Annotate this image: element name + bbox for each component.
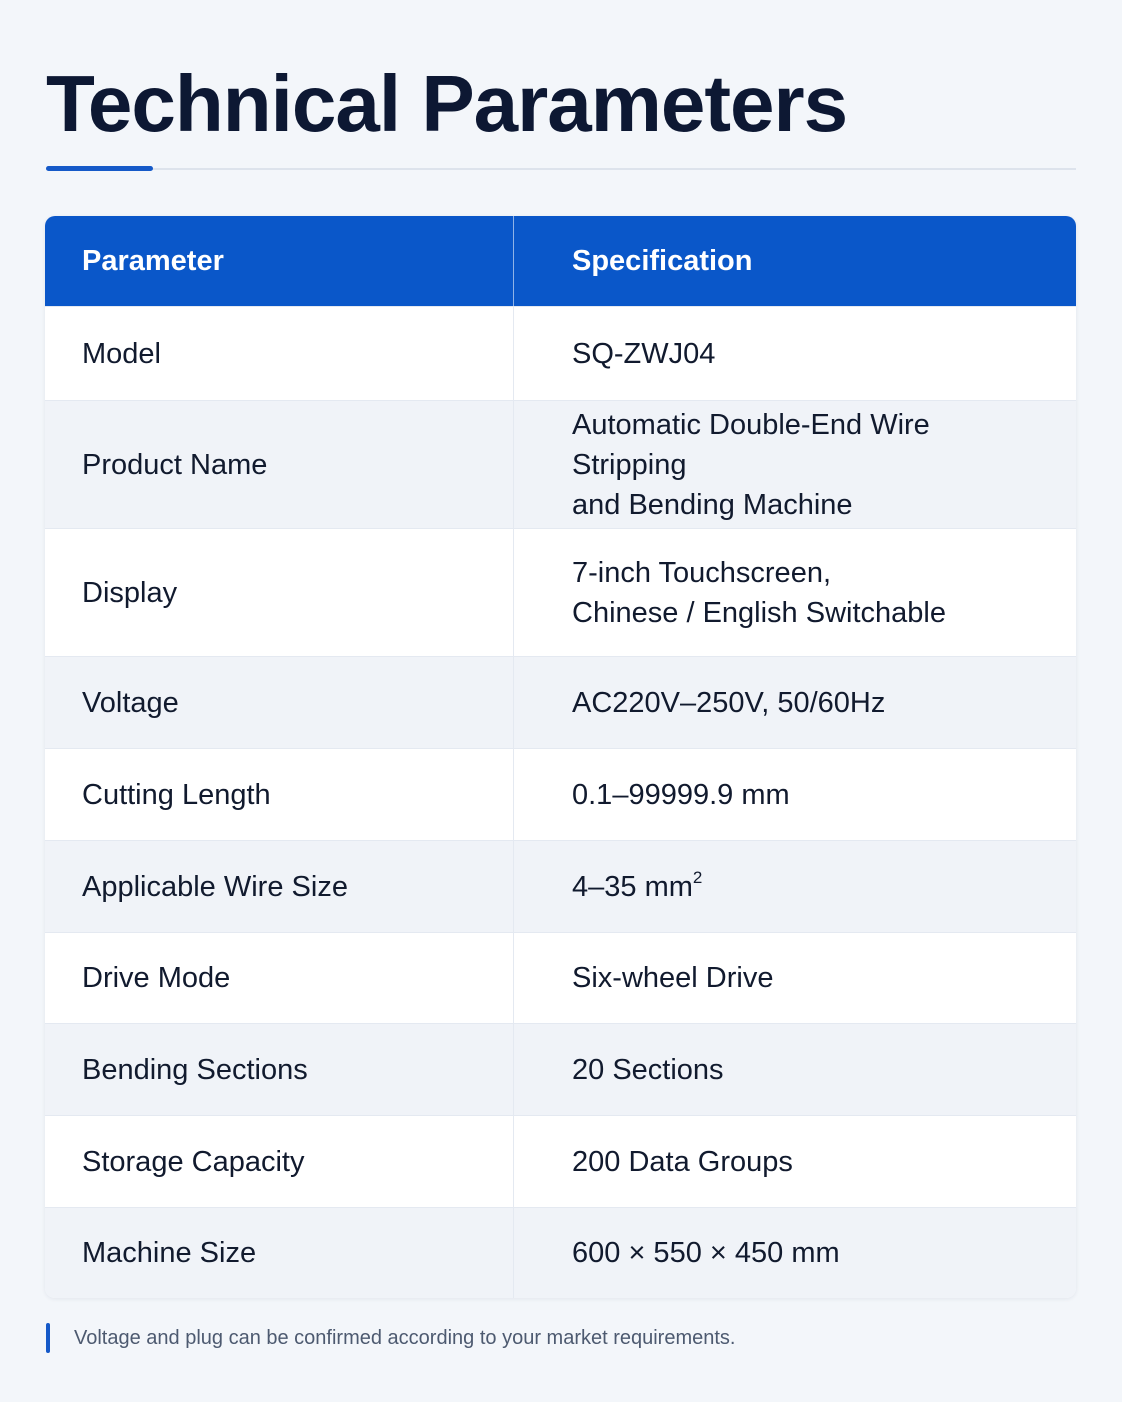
parameter-cell: Drive Mode bbox=[45, 933, 514, 1023]
parameter-cell: Machine Size bbox=[45, 1208, 514, 1298]
parameter-cell: Bending Sections bbox=[45, 1024, 514, 1115]
specification-line-text: 200 Data Groups bbox=[572, 1145, 793, 1178]
specification-line: 7-inch Touchscreen, bbox=[572, 553, 946, 593]
footnote: Voltage and plug can be confirmed accord… bbox=[46, 1322, 735, 1354]
footnote-accent-bar bbox=[46, 1323, 50, 1353]
specification-line-text: 20 Sections bbox=[572, 1053, 724, 1086]
table-header-row: Parameter Specification bbox=[45, 216, 1076, 306]
title-divider bbox=[46, 168, 1076, 170]
specification-text: 7-inch Touchscreen, Chinese / English Swi… bbox=[572, 553, 946, 633]
table-row: Machine Size 600 × 550 × 450 mm bbox=[45, 1207, 1076, 1298]
specification-cell: 600 × 550 × 450 mm bbox=[514, 1208, 1076, 1298]
specification-line-text: and Bending Machine bbox=[572, 488, 853, 521]
header-specification: Specification bbox=[572, 245, 753, 277]
parameters-table: Parameter Specification Model SQ-ZWJ04 Pro… bbox=[45, 216, 1076, 1298]
specification-line-text: 7-inch Touchscreen, bbox=[572, 556, 832, 589]
specification-line: 200 Data Groups bbox=[572, 1142, 793, 1182]
specification-text: SQ-ZWJ04 bbox=[572, 334, 715, 374]
table-row: Drive Mode Six-wheel Drive bbox=[45, 932, 1076, 1023]
specification-line: Chinese / English Switchable bbox=[572, 593, 946, 633]
specification-line-text: Six-wheel Drive bbox=[572, 962, 774, 994]
table-row: Applicable Wire Size 4–35 mm2 bbox=[45, 840, 1076, 932]
specification-text: 600 × 550 × 450 mm bbox=[572, 1233, 840, 1273]
specification-line: 0.1–99999.9 mm bbox=[572, 775, 790, 815]
footnote-text: Voltage and plug can be confirmed accord… bbox=[74, 1326, 736, 1349]
specification-cell: Six-wheel Drive bbox=[514, 933, 1076, 1023]
specification-line: 20 Sections bbox=[572, 1050, 724, 1090]
table-body: Model SQ-ZWJ04 Product Name Automatic Doubl… bbox=[45, 306, 1076, 1298]
specification-text: 200 Data Groups bbox=[572, 1142, 793, 1182]
specification-line-text: SQ-ZWJ04 bbox=[572, 337, 716, 370]
parameter-cell: Storage Capacity bbox=[45, 1116, 514, 1207]
parameter-cell: Model bbox=[45, 307, 514, 400]
specification-cell: 200 Data Groups bbox=[514, 1116, 1076, 1207]
page-title: Technical Parameters bbox=[46, 59, 848, 148]
specification-line-text: Automatic Double-End Wire Stripping bbox=[572, 408, 930, 481]
specification-line-text: Chinese / English Switchable bbox=[572, 596, 946, 629]
specification-cell: 0.1–99999.9 mm bbox=[514, 749, 1076, 840]
specification-line: Automatic Double-End Wire Stripping bbox=[572, 405, 1046, 485]
specification-cell: 7-inch Touchscreen, Chinese / English Swi… bbox=[514, 529, 1076, 656]
specification-text: AC220V–250V, 50/60Hz bbox=[572, 683, 885, 723]
specification-line: Six-wheel Drive bbox=[572, 958, 773, 998]
specification-cell: Automatic Double-End Wire Stripping and B… bbox=[514, 401, 1076, 528]
specification-line: SQ-ZWJ04 bbox=[572, 334, 715, 374]
specification-line-text: 0.1–99999.9 mm bbox=[572, 778, 790, 811]
unit-superscript: 2 bbox=[692, 867, 703, 887]
specification-cell: SQ-ZWJ04 bbox=[514, 307, 1076, 400]
specification-line-text: AC220V–250V, 50/60Hz bbox=[572, 686, 886, 719]
parameter-cell: Product Name bbox=[45, 401, 514, 528]
specification-line-text: 4–35 mm bbox=[572, 870, 693, 903]
specification-line: AC220V–250V, 50/60Hz bbox=[572, 683, 885, 723]
title-accent-bar bbox=[46, 166, 153, 171]
specification-line: 600 × 550 × 450 mm bbox=[572, 1233, 840, 1273]
table-row: Bending Sections 20 Sections bbox=[45, 1023, 1076, 1115]
specification-line: 4–35 mm2 bbox=[572, 867, 702, 907]
header-parameter: Parameter bbox=[45, 216, 514, 306]
specification-text: Automatic Double-End Wire Stripping and B… bbox=[572, 405, 1046, 525]
specification-cell: 20 Sections bbox=[514, 1024, 1076, 1115]
specification-line: and Bending Machine bbox=[572, 485, 1046, 525]
parameter-cell: Applicable Wire Size bbox=[45, 841, 514, 932]
table-row: Model SQ-ZWJ04 bbox=[45, 306, 1076, 400]
table-row: Cutting Length 0.1–99999.9 mm bbox=[45, 748, 1076, 840]
table-row: Voltage AC220V–250V, 50/60Hz bbox=[45, 656, 1076, 748]
table-row: Storage Capacity 200 Data Groups bbox=[45, 1115, 1076, 1207]
specification-line-text: 600 × 550 × 450 mm bbox=[572, 1237, 840, 1269]
specification-text: 0.1–99999.9 mm bbox=[572, 775, 790, 815]
parameter-cell: Display bbox=[45, 529, 514, 656]
specification-cell: 4–35 mm2 bbox=[514, 841, 1076, 932]
specification-text: 20 Sections bbox=[572, 1050, 724, 1090]
specification-text: Six-wheel Drive bbox=[572, 958, 773, 998]
parameter-cell: Voltage bbox=[45, 657, 514, 748]
specification-text: 4–35 mm2 bbox=[572, 867, 702, 907]
specification-cell: AC220V–250V, 50/60Hz bbox=[514, 657, 1076, 748]
parameter-cell: Cutting Length bbox=[45, 749, 514, 840]
table-row: Display 7-inch Touchscreen, Chinese / Engl… bbox=[45, 528, 1076, 656]
table-row: Product Name Automatic Double-End Wire St… bbox=[45, 400, 1076, 528]
